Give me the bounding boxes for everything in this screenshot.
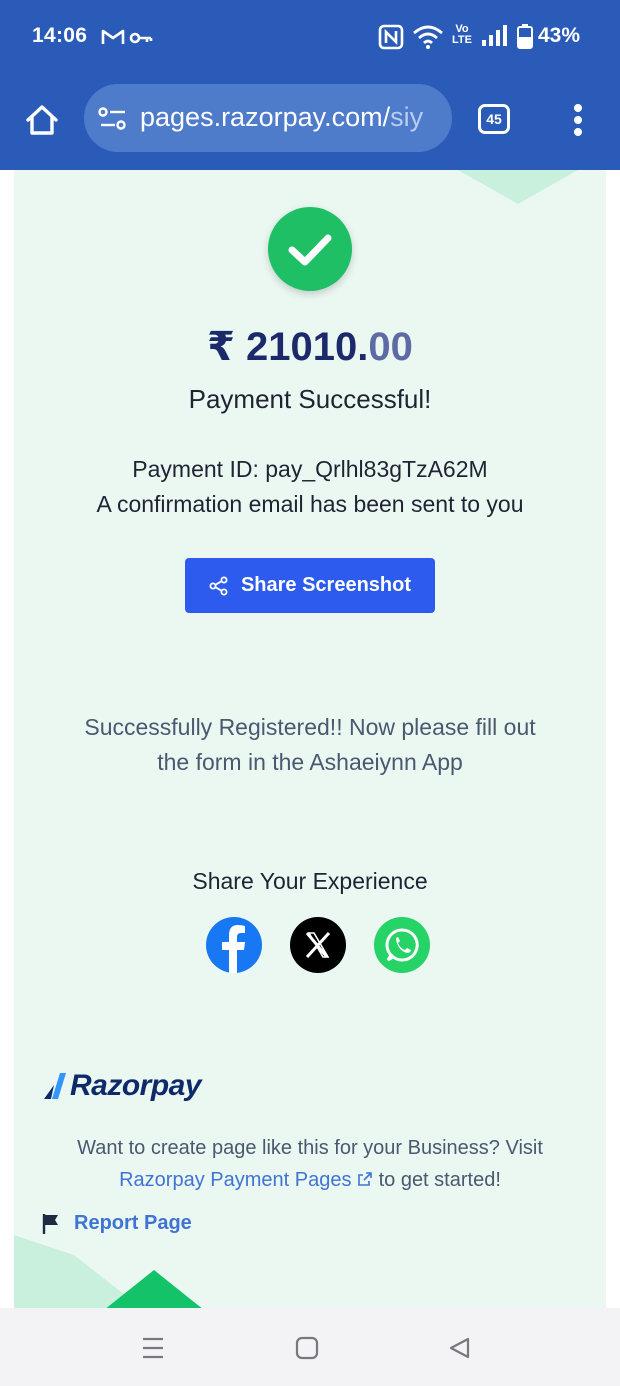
site-settings-icon[interactable] <box>98 106 128 137</box>
home-icon <box>26 105 58 135</box>
home-button[interactable] <box>22 100 62 140</box>
external-link-icon <box>358 1172 372 1186</box>
razorpay-logo: Razorpay <box>42 1066 202 1106</box>
registration-message: Successfully Registered!! Now please fil… <box>84 714 536 775</box>
report-page-link[interactable]: Report Page <box>42 1212 192 1235</box>
system-nav-bar <box>0 1308 620 1386</box>
flag-icon <box>42 1213 58 1234</box>
wifi-icon <box>412 24 444 55</box>
nfc-icon <box>378 24 404 55</box>
address-bar[interactable]: pages.razorpay.com/siy <box>84 84 452 152</box>
decorative-shape-bottom <box>14 1235 202 1308</box>
share-icon <box>209 576 228 595</box>
tab-switcher-button[interactable]: 45 <box>478 104 510 134</box>
x-twitter-icon[interactable] <box>290 917 346 973</box>
browser-header: 14:06 Vo LTE 43% pages.razorpay.com/siy … <box>0 0 620 170</box>
decorative-shape <box>458 170 578 204</box>
gmail-icon <box>100 24 126 55</box>
confirmation-email-note: A confirmation email has been sent to yo… <box>96 491 524 517</box>
battery-percent: 43% <box>537 24 580 47</box>
key-icon <box>128 24 154 55</box>
payment-card: ₹ 21010.00 Payment Successful! Payment I… <box>14 170 606 1308</box>
home-nav-button[interactable] <box>295 1336 319 1365</box>
success-icon <box>268 207 352 291</box>
status-bar: 14:06 Vo LTE 43% <box>0 0 620 76</box>
payment-amount: ₹ 21010.00 <box>207 325 413 369</box>
share-screenshot-button[interactable]: Share Screenshot <box>185 558 435 613</box>
url-text[interactable]: pages.razorpay.com/siy <box>140 102 440 133</box>
battery-icon <box>517 24 533 55</box>
share-screenshot-label: Share Screenshot <box>240 574 412 596</box>
back-triangle-icon <box>449 1337 470 1359</box>
volte-icon: Vo LTE <box>452 23 472 46</box>
status-time: 14:06 <box>32 24 88 47</box>
payment-status: Payment Successful! <box>188 384 432 414</box>
signal-icon <box>480 24 510 55</box>
promo-text: Want to create page like this for your B… <box>77 1137 543 1191</box>
back-button[interactable] <box>447 1336 471 1365</box>
razorpay-logo-icon <box>44 1073 66 1099</box>
whatsapp-icon[interactable] <box>374 917 430 973</box>
share-experience-heading: Share Your Experience <box>192 868 428 894</box>
recent-apps-button[interactable] <box>141 1335 165 1366</box>
overflow-menu-button[interactable] <box>566 100 590 140</box>
home-square-icon <box>295 1336 319 1360</box>
payment-pages-link[interactable]: Razorpay Payment Pages <box>119 1169 351 1191</box>
recent-apps-icon <box>143 1337 163 1359</box>
payment-id: Payment ID: pay_Qrlhl83gTzA62M <box>132 456 488 482</box>
facebook-icon[interactable] <box>206 917 262 973</box>
more-vert-icon <box>574 104 582 136</box>
